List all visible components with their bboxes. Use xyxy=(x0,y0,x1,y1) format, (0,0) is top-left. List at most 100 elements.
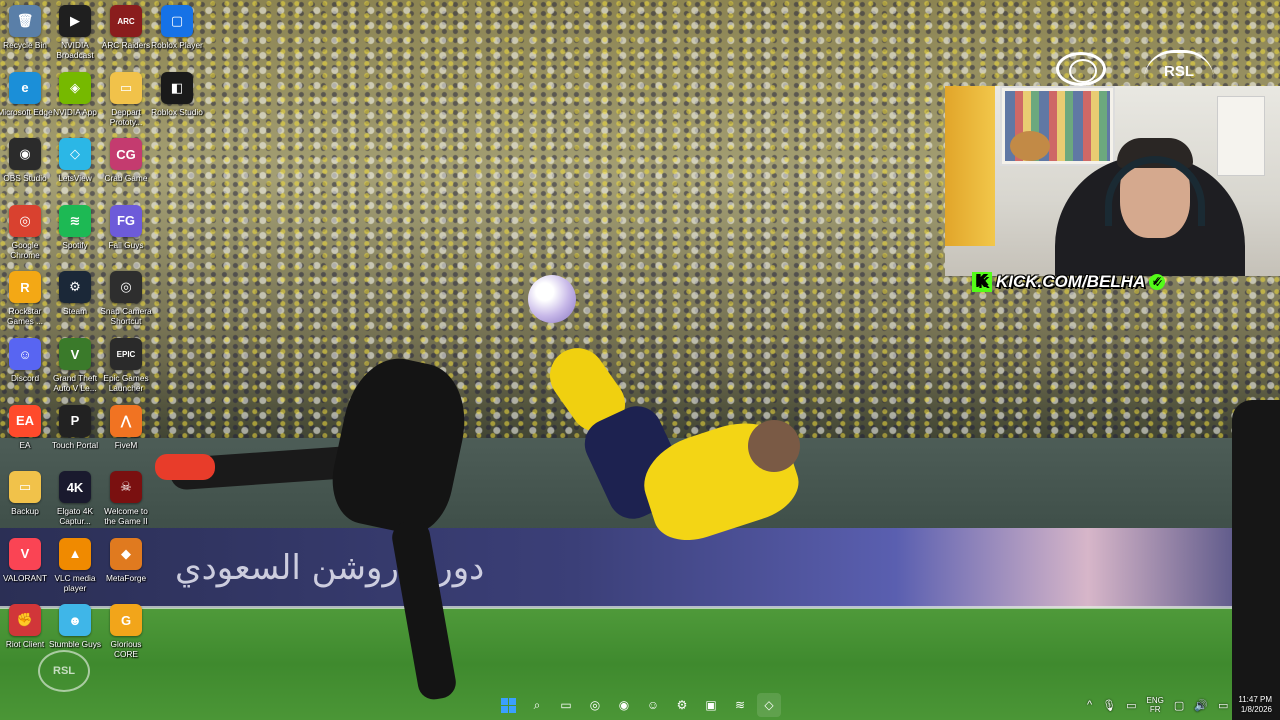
verified-badge-icon: ✓ xyxy=(1149,274,1166,290)
desktop-shortcut[interactable]: ▭ Backup xyxy=(0,466,50,530)
welcome-game-icon: ☠ xyxy=(110,471,142,504)
desktop-shortcut[interactable]: ☻ Stumble Guys xyxy=(48,599,102,663)
microphone-icon[interactable]: 🎙 xyxy=(1102,699,1116,712)
desktop-shortcut[interactable]: 🗑 Recycle Bin xyxy=(0,0,50,64)
vlc-icon: ▲ xyxy=(59,537,91,570)
roblox-studio-icon: ◧ xyxy=(161,71,193,104)
fivem-icon: ⋀ xyxy=(110,404,142,437)
clock-date: 1/8/2026 xyxy=(1240,705,1272,714)
striker-head xyxy=(748,420,800,472)
nvidia-icon: ◈ xyxy=(59,71,91,104)
desktop-shortcut[interactable]: ▭ Deppart Prototy... xyxy=(101,67,151,131)
desktop-shortcut[interactable]: EPIC Epic Games Launcher xyxy=(101,333,151,397)
desktop-shortcut-label: NVIDIA Broadcast xyxy=(56,40,94,60)
desktop-shortcut-label: FiveM xyxy=(114,439,138,450)
desktop-shortcut[interactable]: ARC ARC Raiders xyxy=(101,0,151,64)
desktop-shortcut-label: Epic Games Launcher xyxy=(103,373,149,393)
desktop-shortcut-label: Fall Guys xyxy=(108,239,144,250)
desktop-shortcut-label: Steam xyxy=(63,306,87,317)
desktop-shortcut-label: Spotify xyxy=(62,239,88,250)
glorious-core-icon: G xyxy=(110,604,142,637)
taskbar-apps: ⌕ ▭ ◎ ◉ ☺ ⚙ ▣ ≋ ◇ xyxy=(496,690,781,720)
desktop-shortcut-label: Microsoft Edge xyxy=(0,106,53,117)
desktop-shortcut[interactable]: V Grand Theft Auto V Le... xyxy=(50,333,100,397)
desktop-shortcut-label: Stumble Guys xyxy=(48,639,102,650)
ea-icon: EA xyxy=(9,404,41,437)
desktop-shortcut[interactable]: G Glorious CORE xyxy=(101,599,151,663)
desktop-shortcut[interactable]: ◆ MetaForge xyxy=(101,533,151,597)
desktop-shortcut[interactable]: R Rockstar Games ... xyxy=(0,266,50,330)
desktop-shortcut-label: Crab Game xyxy=(104,173,148,184)
terminal-icon[interactable]: ▣ xyxy=(699,693,723,717)
epic-games-icon: EPIC xyxy=(110,338,142,370)
nvidia-broadcast-icon: ▶ xyxy=(59,5,91,37)
battery-icon[interactable]: ▭ xyxy=(1218,699,1228,712)
desktop-shortcut[interactable]: ◇ LetsView xyxy=(50,133,100,197)
snap-camera-icon: ◎ xyxy=(110,271,142,304)
desktop-shortcut[interactable]: ⚙ Steam xyxy=(50,266,100,330)
elgato-icon: 4K xyxy=(59,471,91,504)
edge-icon: e xyxy=(9,71,41,104)
desktop-shortcut[interactable]: CG Crab Game xyxy=(101,133,151,197)
arc-raiders-icon: ARC xyxy=(110,5,142,37)
taskbar-clock[interactable]: 11:47 PM 1/8/2026 xyxy=(1238,695,1272,715)
desktop-shortcut[interactable]: ◎ Google Chrome xyxy=(0,200,50,264)
desktop-shortcut[interactable]: V VALORANT xyxy=(0,533,50,597)
language-indicator[interactable]: ENG FR xyxy=(1146,696,1163,714)
desktop-shortcut[interactable]: ☺ Discord xyxy=(0,333,50,397)
desktop-shortcut[interactable]: e Microsoft Edge xyxy=(0,67,53,131)
desktop-shortcut[interactable]: 4K Elgato 4K Captur... xyxy=(50,466,100,530)
rockstar-icon: R xyxy=(9,271,41,304)
system-tray: ^ 🎙 ▭ ENG FR ▢ 🔊 ▭ 11:47 PM 1/8/2026 xyxy=(1087,690,1272,720)
desktop-shortcut[interactable]: ≋ Spotify xyxy=(50,200,100,264)
file-explorer-icon[interactable]: ▭ xyxy=(554,693,578,717)
desktop-shortcut[interactable]: ▲ VLC media player xyxy=(50,533,100,597)
desktop-shortcut-label: Elgato 4K Captur... xyxy=(57,506,93,527)
letsview-icon[interactable]: ◇ xyxy=(757,693,781,717)
obs-icon[interactable]: ◉ xyxy=(612,693,636,717)
chrome-icon[interactable]: ◎ xyxy=(583,693,607,717)
desktop-shortcut-label: Backup xyxy=(11,506,39,517)
search-icon[interactable]: ⌕ xyxy=(525,693,549,717)
desktop-shortcut[interactable]: ✊ Riot Client xyxy=(0,599,50,663)
roblox-player-icon: ▢ xyxy=(161,5,193,37)
recycle-bin-icon: 🗑 xyxy=(9,5,41,37)
crab-game-icon: CG xyxy=(110,138,142,171)
valorant-icon: V xyxy=(9,537,41,570)
desktop-shortcut[interactable]: ◈ NVIDIA App xyxy=(50,67,100,131)
desktop-shortcut[interactable]: ▶ NVIDIA Broadcast xyxy=(50,0,100,64)
desktop-shortcut-label: Recycle Bin xyxy=(3,40,47,50)
streamer-webcam xyxy=(945,86,1280,276)
folder-icon: ▭ xyxy=(9,471,41,504)
riot-icon: ✊ xyxy=(9,604,41,637)
windows-logo xyxy=(500,697,516,713)
touch-portal-icon: P xyxy=(59,404,91,437)
desktop-shortcut[interactable]: ◎ Snap Camera Shortcut xyxy=(100,266,152,330)
desktop-shortcut[interactable]: ☠ Welcome to the Game II xyxy=(101,466,151,530)
steam-icon[interactable]: ⚙ xyxy=(670,693,694,717)
desktop-shortcut[interactable]: FG Fall Guys xyxy=(101,200,151,264)
desktop-shortcut-label: EA xyxy=(19,439,31,450)
desktop-shortcut-label: Welcome to the Game II xyxy=(104,506,148,527)
gta-icon: V xyxy=(59,338,91,370)
desktop-shortcut[interactable]: EA EA xyxy=(0,400,50,464)
background-player xyxy=(1232,400,1280,720)
windows-start-icon[interactable] xyxy=(496,693,520,717)
display-icon[interactable]: ▢ xyxy=(1174,699,1184,712)
chrome-icon: ◎ xyxy=(9,204,41,237)
desktop-shortcut[interactable]: ◧ Roblox Studio xyxy=(151,67,203,131)
desktop-shortcut-label: LetsView xyxy=(58,173,92,184)
show-hidden-icons-chevron-icon[interactable]: ^ xyxy=(1087,699,1092,711)
discord-icon[interactable]: ☺ xyxy=(641,693,665,717)
desktop-shortcut-label: MetaForge xyxy=(105,572,147,583)
spotify-icon[interactable]: ≋ xyxy=(728,693,752,717)
desktop-shortcut[interactable]: ▢ Roblox Player xyxy=(151,0,203,64)
desktop-shortcut[interactable]: ⋀ FiveM xyxy=(101,400,151,464)
webcam-guitar xyxy=(1010,131,1050,161)
speaker-icon[interactable]: 🔊 xyxy=(1194,699,1208,712)
desktop-shortcut-label: Deppart Prototy... xyxy=(109,106,143,127)
desktop-shortcut[interactable]: P Touch Portal xyxy=(50,400,100,464)
network-icon[interactable]: ▭ xyxy=(1126,699,1136,712)
desktop-shortcut-label: Snap Camera Shortcut xyxy=(100,306,152,327)
desktop-shortcut[interactable]: ◉ OBS Studio xyxy=(0,133,50,197)
